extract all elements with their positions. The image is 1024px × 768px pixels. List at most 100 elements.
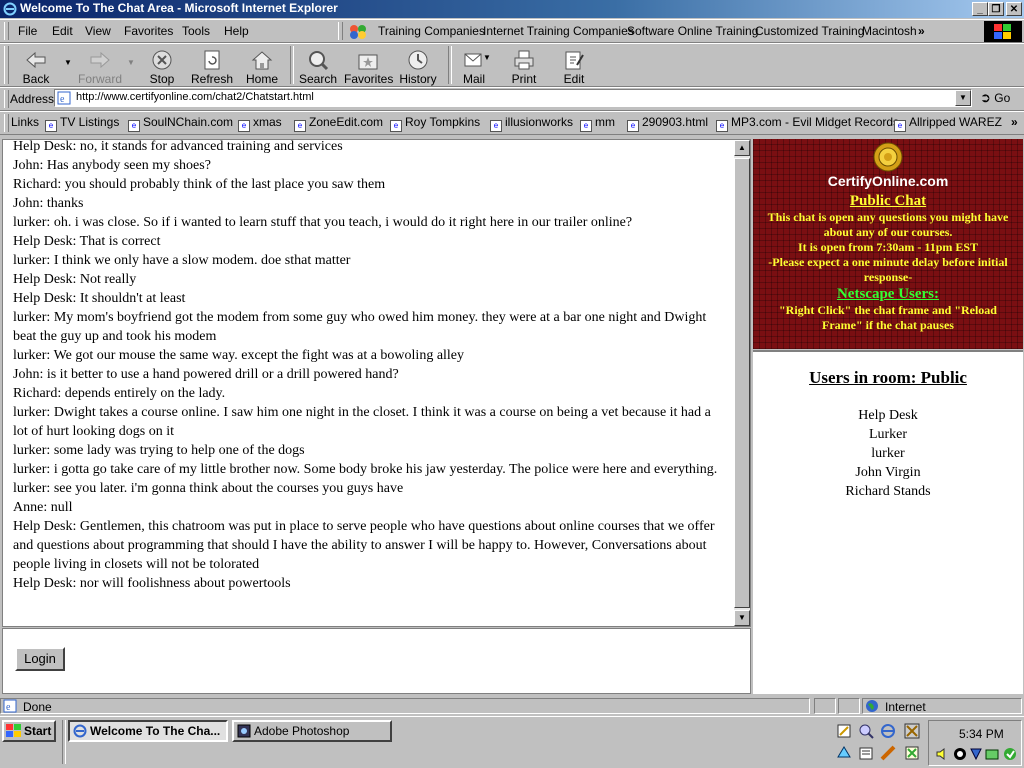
tray-icon[interactable]: [1003, 747, 1017, 761]
page-icon: e: [238, 120, 250, 132]
tray-icon[interactable]: [969, 747, 983, 761]
window-title: Welcome To The Chat Area - Microsoft Int…: [20, 1, 338, 15]
toolbar-grip[interactable]: [338, 22, 343, 40]
scroll-down-icon[interactable]: ▼: [734, 610, 750, 626]
page-icon: e: [627, 120, 639, 132]
menu-help[interactable]: Help: [224, 24, 249, 38]
link-290903[interactable]: e 290903.html: [627, 115, 708, 132]
restore-button[interactable]: ❐: [988, 2, 1004, 16]
mail-dropdown-icon[interactable]: ▼: [483, 53, 491, 62]
toolbar-grip[interactable]: [4, 46, 9, 84]
search-button[interactable]: Search: [294, 47, 342, 87]
task-adobe-photoshop[interactable]: Adobe Photoshop: [232, 720, 392, 742]
chat-log: Help Desk: no, it stands for advanced tr…: [13, 140, 728, 593]
favorites-button[interactable]: Favorites: [344, 47, 393, 87]
chat-message: John: thanks: [13, 196, 84, 211]
search-icon: [309, 51, 329, 71]
stop-icon: [152, 50, 172, 70]
address-dropdown-icon[interactable]: ▼: [955, 90, 971, 106]
chat-scrollbar[interactable]: ▲ ▼: [734, 140, 750, 626]
quick-launch-icon[interactable]: [836, 745, 852, 761]
menu-file[interactable]: File: [18, 24, 37, 38]
user-list-item: Help Desk: [858, 408, 918, 423]
quick-launch-icon[interactable]: [858, 723, 874, 739]
tray-icon[interactable]: [953, 747, 967, 761]
clock[interactable]: 5:34 PM: [959, 727, 1004, 741]
svg-text:e: e: [6, 702, 11, 713]
menu-link-customized[interactable]: Customized Training: [755, 24, 864, 38]
back-arrow-icon: [26, 51, 46, 69]
menu-view[interactable]: View: [85, 24, 111, 38]
chat-log-frame[interactable]: Help Desk: no, it stands for advanced tr…: [2, 139, 751, 627]
login-button[interactable]: Login: [15, 647, 65, 671]
login-frame: Login: [2, 628, 751, 694]
quick-launch-icon[interactable]: [904, 745, 920, 761]
chat-message: Help Desk: That is correct: [13, 234, 161, 249]
chat-message: Richard: you should probably think of th…: [13, 177, 386, 192]
go-button[interactable]: ➲ Go: [980, 90, 1020, 106]
toolbar-grip[interactable]: [4, 22, 9, 40]
menu-link-training-companies[interactable]: Training Companies: [378, 24, 485, 38]
refresh-button[interactable]: Refresh: [188, 47, 236, 87]
quick-launch-icon[interactable]: [836, 723, 852, 739]
task-internet-explorer[interactable]: Welcome To The Cha...: [68, 720, 228, 742]
link-soulnchain[interactable]: e SoulNChain.com: [128, 115, 233, 132]
svg-text:e: e: [60, 94, 65, 105]
menu-link-internet-training[interactable]: Internet Training Companies: [483, 24, 634, 38]
scroll-thumb[interactable]: [734, 158, 750, 608]
windows-flag-icon: [6, 724, 21, 737]
volume-icon[interactable]: [935, 747, 949, 761]
link-mm[interactable]: e mm: [580, 115, 615, 132]
menu-link-macintosh[interactable]: Macintosh: [862, 24, 917, 38]
close-button[interactable]: ✕: [1006, 2, 1022, 16]
link-zoneedit[interactable]: e ZoneEdit.com: [294, 115, 383, 132]
user-list-item: lurker: [871, 446, 905, 461]
address-input[interactable]: e http://www.certifyonline.com/chat2/Cha…: [54, 89, 972, 107]
tray-icon[interactable]: [985, 747, 999, 761]
link-mp3-evil-midget[interactable]: e MP3.com - Evil Midget Records: [716, 115, 899, 132]
scroll-up-icon[interactable]: ▲: [734, 140, 750, 156]
page-icon: e: [45, 120, 57, 132]
menu-bar: File Edit View Favorites Tools Help Trai…: [0, 19, 1024, 43]
forward-button[interactable]: Forward: [76, 47, 124, 87]
toolbar-grip[interactable]: [4, 114, 9, 132]
forward-dropdown-icon[interactable]: ▼: [127, 58, 135, 67]
toolbar-grip[interactable]: [4, 90, 9, 108]
chat-hours-text: It is open from 7:30am - 11pm EST: [797, 240, 979, 254]
back-button[interactable]: Back: [12, 47, 60, 87]
chat-message: Help Desk: It shouldn't at least: [13, 291, 186, 306]
link-roy-tompkins[interactable]: e Roy Tompkins: [390, 115, 480, 132]
menu-link-software-online[interactable]: Software Online Training: [627, 24, 758, 38]
start-button[interactable]: Start: [2, 720, 56, 742]
link-allripped-warez[interactable]: e Allripped WAREZ: [894, 115, 1002, 132]
chevron-more-icon[interactable]: »: [918, 24, 925, 38]
stop-button[interactable]: Stop: [138, 47, 186, 87]
chat-message: lurker: Dwight takes a course online. I …: [13, 405, 711, 439]
link-tv-listings[interactable]: e TV Listings: [45, 115, 119, 132]
system-tray: 5:34 PM: [928, 720, 1022, 766]
status-text-panel: e Done: [0, 698, 810, 714]
chat-info-text: This chat is open any questions you migh…: [767, 210, 1009, 239]
print-button[interactable]: Print: [500, 47, 548, 87]
quick-launch-icon[interactable]: [880, 745, 896, 761]
internet-explorer-icon[interactable]: [880, 723, 896, 739]
netscape-instructions: "Right Click" the chat frame and "Reload…: [779, 303, 997, 332]
quick-launch-icon[interactable]: [858, 745, 874, 761]
menu-edit[interactable]: Edit: [52, 24, 73, 38]
quick-launch-icon[interactable]: [904, 723, 920, 739]
menu-favorites[interactable]: Favorites: [124, 24, 173, 38]
title-bar[interactable]: Welcome To The Chat Area - Microsoft Int…: [0, 0, 1024, 18]
links-label[interactable]: Links: [11, 115, 39, 129]
link-xmas[interactable]: e xmas: [238, 115, 282, 132]
minimize-button[interactable]: _: [972, 2, 988, 16]
netscape-heading: Netscape Users:: [836, 286, 940, 302]
home-button[interactable]: Home: [238, 47, 286, 87]
edit-button[interactable]: Edit: [550, 47, 598, 87]
links-chevron-icon[interactable]: »: [1011, 115, 1018, 129]
menu-tools[interactable]: Tools: [182, 24, 210, 38]
page-icon: e: [128, 120, 140, 132]
history-button[interactable]: History: [394, 47, 442, 87]
favorites-icon: [358, 54, 378, 70]
link-illusionworks[interactable]: e illusionworks: [490, 115, 573, 132]
back-dropdown-icon[interactable]: ▼: [64, 58, 72, 67]
